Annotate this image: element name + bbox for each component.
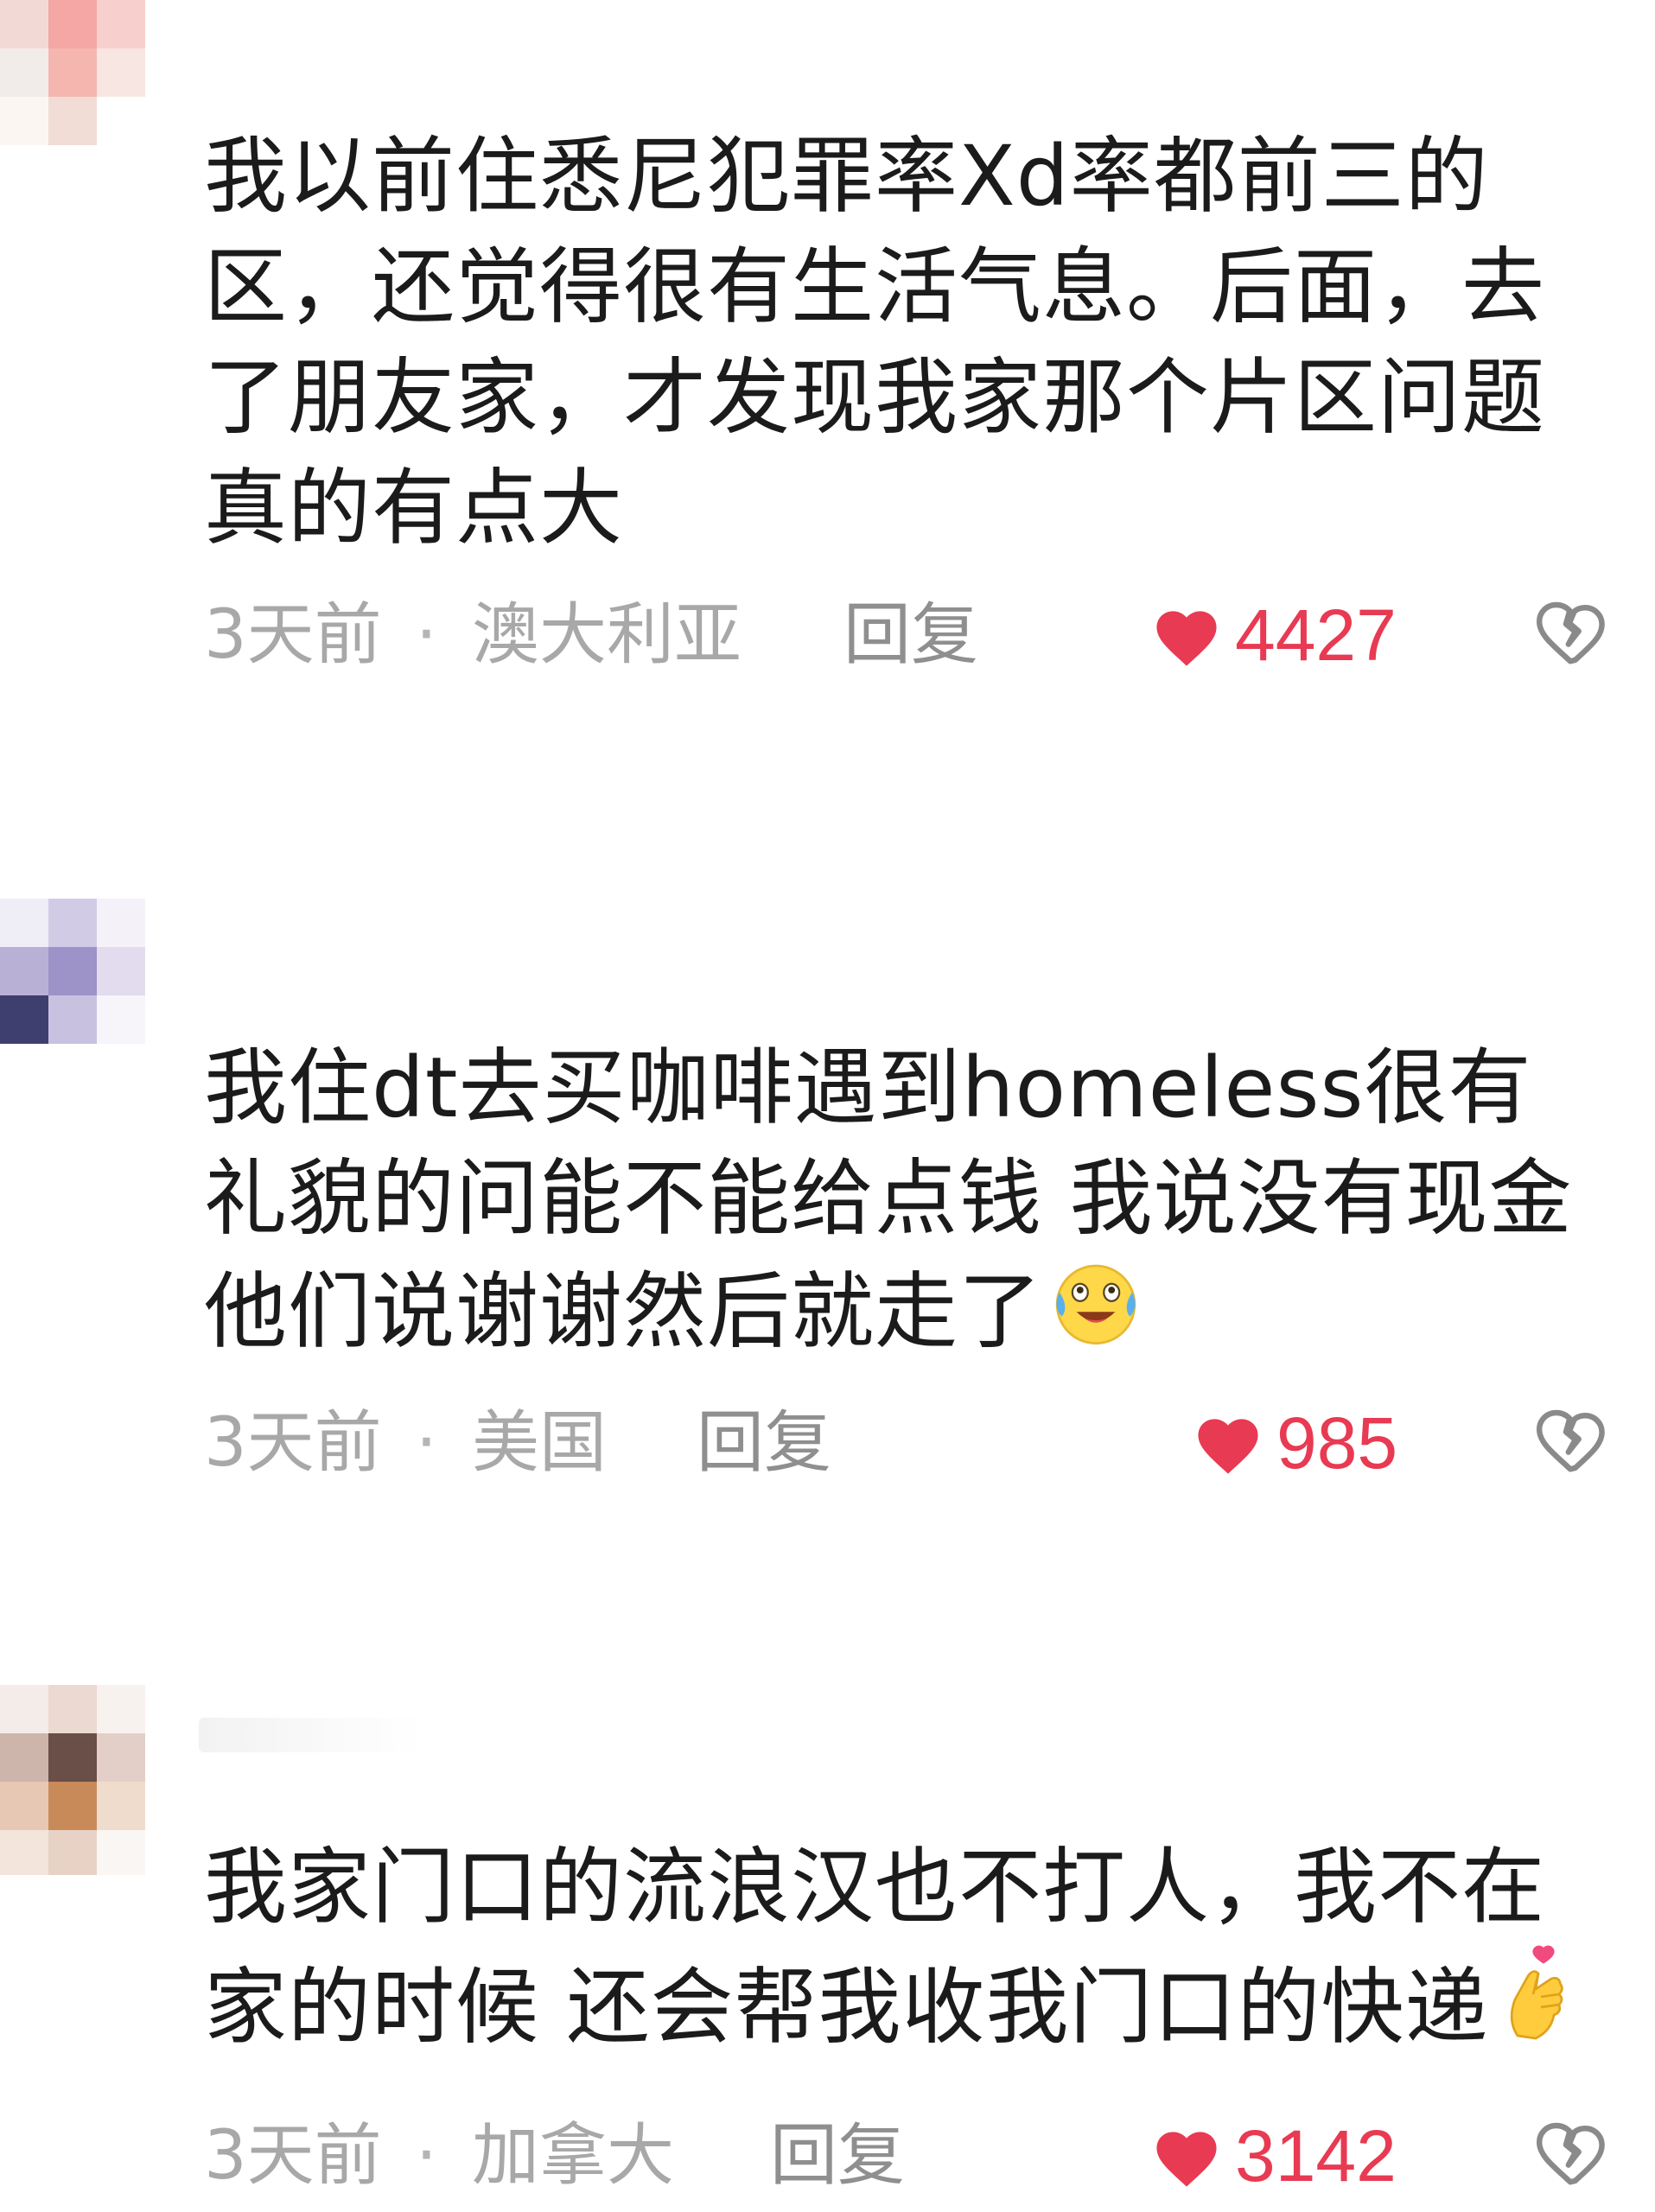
meta-separator: · xyxy=(416,1404,437,1482)
comment-region: 加拿大 xyxy=(472,2117,675,2195)
like-count: 4427 xyxy=(1235,594,1397,676)
tears-of-joy-emoji xyxy=(1047,1254,1144,1377)
like-button[interactable]: 985 xyxy=(1192,1395,1397,1491)
comment-time: 3天前 xyxy=(204,596,382,674)
reply-button[interactable]: 回复 xyxy=(770,2108,905,2203)
like-count: 985 xyxy=(1276,1402,1398,1484)
heart-filled-icon xyxy=(1156,2132,1217,2187)
heart-filled-icon xyxy=(1198,1419,1258,1474)
comment-meta: 3天前 · 澳大利亚 回复 4427 xyxy=(204,588,1607,683)
reply-button[interactable]: 回复 xyxy=(843,588,978,683)
comment-region: 美国 xyxy=(472,1404,608,1482)
reply-button[interactable]: 回复 xyxy=(697,1395,831,1491)
avatar[interactable] xyxy=(0,899,173,1071)
like-button[interactable]: 3142 xyxy=(1150,2108,1397,2203)
comment-region: 澳大利亚 xyxy=(472,596,742,674)
like-count: 3142 xyxy=(1235,2115,1397,2196)
meta-separator: · xyxy=(416,2117,437,2195)
comment-time: 3天前 xyxy=(204,1404,382,1482)
broken-heart-icon[interactable] xyxy=(1533,2117,1607,2191)
broken-heart-icon[interactable] xyxy=(1533,596,1607,671)
finger-heart-emoji xyxy=(1494,1942,1577,2073)
comment-meta: 3天前 · 美国 回复 985 xyxy=(204,1395,1607,1491)
username-redacted xyxy=(199,1718,423,1752)
like-button[interactable]: 4427 xyxy=(1150,588,1397,683)
comment-text-body: 我住dt去买咖啡遇到homeless很有礼貌的问能不能给点钱 我说没有现金他们说… xyxy=(204,1039,1573,1360)
avatar[interactable] xyxy=(0,1685,173,1875)
comment-text: 我以前住悉尼犯罪率Xd率都前三的区，还觉得很有生活气息。后面，去了朋友家，才发现… xyxy=(204,128,1545,556)
meta-separator: · xyxy=(416,596,437,674)
comment-meta: 3天前 · 加拿大 回复 3142 xyxy=(204,2108,1607,2203)
comment-text: 我家门口的流浪汉也不打人，我不在家的时候 还会帮我收我门口的快递 xyxy=(204,1832,1604,2073)
broken-heart-icon[interactable] xyxy=(1533,1404,1607,1478)
comment-text-body: 我家门口的流浪汉也不打人，我不在家的时候 还会帮我收我门口的快递 xyxy=(204,1839,1545,2056)
heart-filled-icon xyxy=(1156,611,1217,666)
comment-time: 3天前 xyxy=(204,2117,382,2195)
comment-text: 我住dt去买咖啡遇到homeless很有礼貌的问能不能给点钱 我说没有现金他们说… xyxy=(204,1033,1604,1377)
avatar[interactable] xyxy=(0,0,173,147)
